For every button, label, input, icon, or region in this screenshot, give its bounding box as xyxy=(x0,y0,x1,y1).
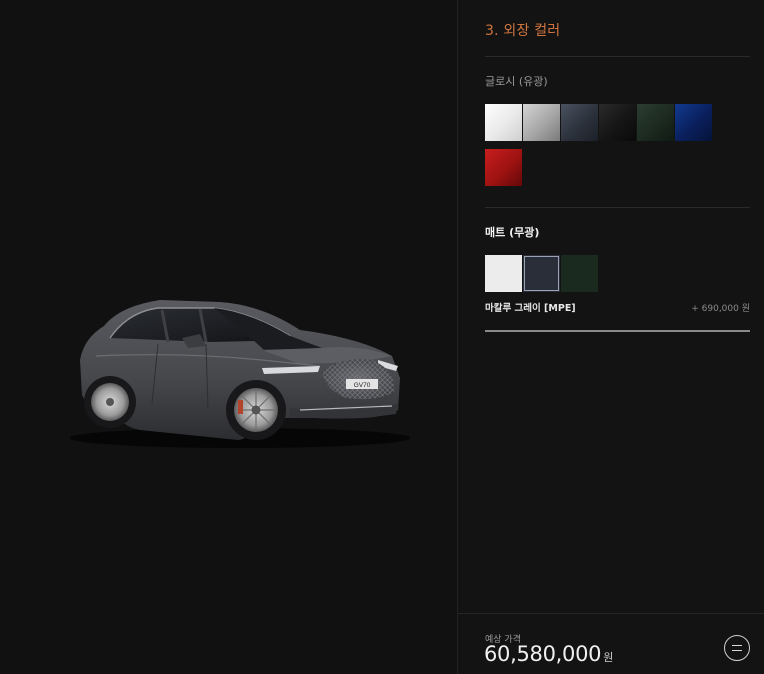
options-panel: 3. 외장 컬러 글로시 (유광) 매트 (무광) 마칼루 그레이 [MPE] … xyxy=(458,0,764,674)
swatch-matte-gray[interactable] xyxy=(523,255,560,292)
section-title: 3. 외장 컬러 xyxy=(485,23,561,39)
selected-color-price: + 690,000 원 xyxy=(691,304,750,314)
estimated-price-unit: 원 xyxy=(603,651,614,664)
swatch-matte-white[interactable] xyxy=(485,255,522,292)
swatch-glossy-black[interactable] xyxy=(599,104,636,141)
estimated-price-value: 60,580,000 xyxy=(484,642,602,666)
menu-icon xyxy=(732,650,742,652)
car-badge: GV70 xyxy=(354,382,371,389)
vehicle-preview: GV70 xyxy=(0,0,457,674)
swatch-glossy-white[interactable] xyxy=(485,104,522,141)
car-image: GV70 xyxy=(70,300,410,448)
swatch-glossy-navy[interactable] xyxy=(675,104,712,141)
estimated-price: 60,580,000 원 xyxy=(484,642,613,666)
swatch-glossy-dark-green[interactable] xyxy=(637,104,674,141)
divider xyxy=(485,207,750,208)
configurator-page: GV70 3. 외장 컬러 글로시 (유광) 매트 (무광) 마칼루 그레이 [… xyxy=(0,0,764,674)
menu-button[interactable] xyxy=(724,635,750,661)
selected-indicator-bar xyxy=(485,330,750,332)
swatch-matte-green[interactable] xyxy=(561,255,598,292)
glossy-label: 글로시 (유광) xyxy=(485,75,548,88)
swatch-glossy-dark-gray[interactable] xyxy=(561,104,598,141)
price-footer: 예상 가격 60,580,000 원 xyxy=(458,613,764,674)
matte-label: 매트 (무광) xyxy=(485,226,540,239)
selected-color-name: 마칼루 그레이 [MPE] xyxy=(485,303,576,314)
menu-icon xyxy=(732,645,742,647)
swatch-glossy-silver[interactable] xyxy=(523,104,560,141)
divider xyxy=(485,56,750,57)
swatch-glossy-red[interactable] xyxy=(485,149,522,186)
